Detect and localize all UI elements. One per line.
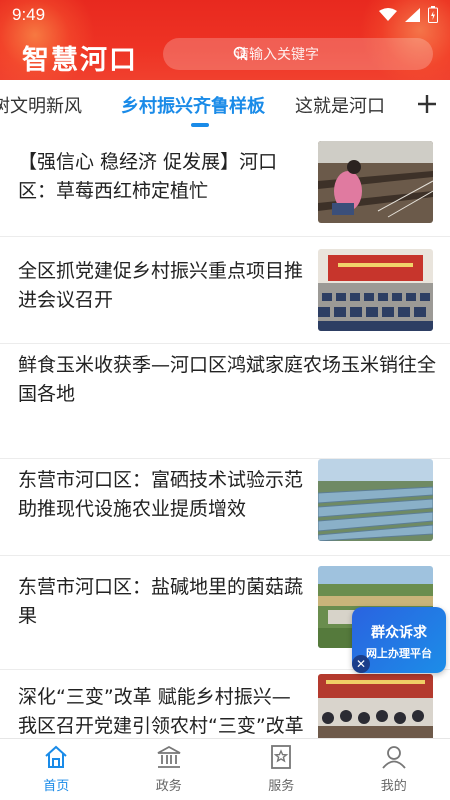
nav-service[interactable]: 服务 xyxy=(225,739,338,800)
tab-civilization[interactable]: 树文明新风 xyxy=(0,92,82,118)
news-title: 全区抓党建促乡村振兴重点项目推进会议召开 xyxy=(18,260,304,311)
news-item[interactable]: 全区抓党建促乡村振兴重点项目推进会议召开 xyxy=(0,237,450,344)
news-title: 东营市河口区：富硒技术试验示范 助推现代设施农业提质增效 xyxy=(18,469,323,520)
bottom-nav: 首页 政务 服务 我的 xyxy=(0,738,450,800)
close-icon[interactable]: ✕ xyxy=(352,655,370,673)
add-channel-button[interactable] xyxy=(404,80,450,128)
news-title: 东营市河口区：盐碱地里的菌菇蔬果 xyxy=(18,576,304,627)
nav-profile[interactable]: 我的 xyxy=(338,739,450,800)
tab-rural-revitalization[interactable]: 乡村振兴齐鲁样板 xyxy=(121,92,265,118)
news-item[interactable]: 【强信心 稳经济 促发展】河口区：草莓西红柿定植忙 xyxy=(0,128,450,237)
app-title: 智慧河口 xyxy=(22,45,138,76)
app-header: 9:49 智慧河口 请输入关键字 xyxy=(0,0,450,80)
battery-icon xyxy=(428,6,438,23)
nav-government[interactable]: 政务 xyxy=(113,739,226,800)
signal-icon xyxy=(405,7,420,22)
tab-this-is-hekou[interactable]: 这就是河口 xyxy=(295,92,385,118)
nav-label: 政务 xyxy=(155,779,182,794)
search-icon xyxy=(233,46,248,61)
service-icon xyxy=(271,745,292,769)
status-time: 9:49 xyxy=(12,5,46,24)
plus-icon xyxy=(418,95,436,113)
news-thumbnail xyxy=(318,249,433,331)
wifi-icon xyxy=(379,7,397,21)
government-icon xyxy=(157,745,181,768)
channel-tabs: 树文明新风 乡村振兴齐鲁样板 这就是河口 xyxy=(0,80,450,128)
news-thumbnail xyxy=(318,459,433,541)
user-icon xyxy=(382,746,406,769)
nav-label: 首页 xyxy=(43,779,70,794)
nav-label: 服务 xyxy=(268,779,295,794)
home-icon xyxy=(45,745,67,768)
search-bar[interactable]: 请输入关键字 xyxy=(163,38,433,70)
news-item[interactable]: 鲜食玉米收获季—河口区鸿斌家庭农场玉米销往全国各地 xyxy=(0,344,450,459)
news-item[interactable]: 东营市河口区：富硒技术试验示范 助推现代设施农业提质增效 xyxy=(0,459,450,556)
nav-label: 我的 xyxy=(380,779,407,794)
status-bar: 9:49 xyxy=(0,0,450,30)
news-title: 鲜食玉米收获季—河口区鸿斌家庭农场玉米销往全国各地 xyxy=(18,354,437,405)
active-tab-indicator xyxy=(191,123,209,127)
news-thumbnail xyxy=(318,141,433,223)
banner-line1: 群众诉求 xyxy=(371,625,427,641)
nav-home[interactable]: 首页 xyxy=(0,739,113,800)
news-title: 【强信心 稳经济 促发展】河口区：草莓西红柿定植忙 xyxy=(18,151,278,202)
